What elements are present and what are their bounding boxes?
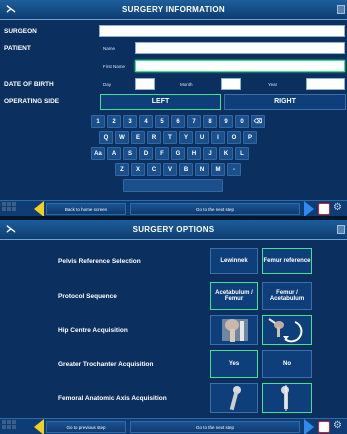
key-1[interactable]: 1 <box>91 115 105 128</box>
key-x[interactable]: X <box>131 163 145 176</box>
hip-rotation-icon <box>268 318 303 343</box>
femur-icon <box>229 386 241 411</box>
key-v[interactable]: V <box>163 163 177 176</box>
back-arrow-icon[interactable] <box>34 201 44 216</box>
femur-acetabulum-button[interactable]: Femur / Acetabulum <box>262 282 312 310</box>
yes-button[interactable]: Yes <box>210 350 258 378</box>
next-arrow-icon[interactable] <box>304 419 314 434</box>
key-s[interactable]: S <box>123 147 137 160</box>
femoral-axis-label: Femoral Anatomic Axis Acquisition <box>58 395 167 402</box>
key-7[interactable]: 7 <box>187 115 201 128</box>
key-c[interactable]: C <box>147 163 161 176</box>
key-i[interactable]: I <box>211 131 225 144</box>
femur-reference-button[interactable]: Femur reference <box>262 248 312 274</box>
pelvis-reference-label: Pelvis Reference Selection <box>58 258 141 265</box>
key-r[interactable]: R <box>147 131 161 144</box>
next-step-button[interactable]: Go to the next step <box>130 203 300 215</box>
settings-icon[interactable]: ⚙ <box>333 420 342 431</box>
menu-icon[interactable] <box>337 225 345 234</box>
no-button[interactable]: No <box>262 350 312 378</box>
key-j[interactable]: J <box>203 147 217 160</box>
surgery-information-screen: ⋋ SURGERY INFORMATION SURGEON PATIENT Na… <box>0 0 347 216</box>
hip-centre-label: Hip Centre Acquisition <box>58 327 128 334</box>
femoral-axis-option-a[interactable] <box>210 383 258 413</box>
key-b[interactable]: B <box>179 163 193 176</box>
lewinnek-button[interactable]: Lewinnek <box>210 248 258 274</box>
key-y[interactable]: Y <box>179 131 193 144</box>
key-q[interactable]: Q <box>99 131 113 144</box>
bottom-nav-bar: Back to home screen Go to the next step … <box>0 200 347 216</box>
key-a[interactable]: A <box>107 147 121 160</box>
grid-icon <box>2 420 16 429</box>
key-h[interactable]: H <box>187 147 201 160</box>
key-u[interactable]: U <box>195 131 209 144</box>
key-n[interactable]: N <box>195 163 209 176</box>
previous-step-button[interactable]: Go to previous step <box>46 421 126 433</box>
key-g[interactable]: G <box>171 147 185 160</box>
bottom-nav-bar: Go to previous step Go to the next step … <box>0 418 347 434</box>
key-t[interactable]: T <box>163 131 177 144</box>
greater-trochanter-label: Greater Trochanter Acquisition <box>58 361 154 368</box>
surgery-options-screen: ⋋ SURGERY OPTIONS Pelvis Reference Selec… <box>0 220 347 434</box>
next-arrow-icon[interactable] <box>304 201 314 216</box>
grid-icon <box>2 202 16 211</box>
key-9[interactable]: 9 <box>219 115 233 128</box>
back-to-home-button[interactable]: Back to home screen <box>46 203 126 215</box>
key-3[interactable]: 3 <box>123 115 137 128</box>
key-o[interactable]: O <box>227 131 241 144</box>
key-l[interactable]: L <box>235 147 249 160</box>
key-8[interactable]: 8 <box>203 115 217 128</box>
key-dash[interactable]: - <box>227 163 241 176</box>
key-w[interactable]: W <box>115 131 129 144</box>
key-p[interactable]: P <box>243 131 257 144</box>
calibration-icon[interactable] <box>318 203 330 215</box>
key-m[interactable]: M <box>211 163 225 176</box>
surgery-options-header: ⋋ SURGERY OPTIONS <box>0 220 347 240</box>
protocol-sequence-label: Protocol Sequence <box>58 293 117 300</box>
key-f[interactable]: F <box>155 147 169 160</box>
on-screen-keyboard: 1 2 3 4 5 6 7 8 9 0 ⌫ Q W E R T Y U I O … <box>0 0 347 216</box>
space-key[interactable] <box>123 179 223 192</box>
next-step-button[interactable]: Go to the next step <box>130 421 300 433</box>
femur-axis-icon <box>281 385 289 411</box>
settings-icon[interactable]: ⚙ <box>333 202 342 213</box>
calibration-icon[interactable] <box>318 421 330 433</box>
page-title: SURGERY OPTIONS <box>132 225 215 234</box>
femoral-axis-option-b[interactable] <box>262 383 312 413</box>
back-arrow-icon[interactable] <box>34 419 44 434</box>
key-z[interactable]: Z <box>115 163 129 176</box>
hip-static-icon <box>222 319 248 342</box>
hip-centre-option-b[interactable] <box>262 315 312 345</box>
hip-centre-option-a[interactable] <box>210 315 258 345</box>
case-toggle-key[interactable]: Aa <box>91 147 105 160</box>
backspace-key[interactable]: ⌫ <box>251 115 265 128</box>
key-5[interactable]: 5 <box>155 115 169 128</box>
key-6[interactable]: 6 <box>171 115 185 128</box>
key-4[interactable]: 4 <box>139 115 153 128</box>
acetabulum-femur-button[interactable]: Acetabulum / Femur <box>210 282 258 310</box>
key-2[interactable]: 2 <box>107 115 121 128</box>
key-e[interactable]: E <box>131 131 145 144</box>
key-d[interactable]: D <box>139 147 153 160</box>
key-k[interactable]: K <box>219 147 233 160</box>
key-0[interactable]: 0 <box>235 115 249 128</box>
